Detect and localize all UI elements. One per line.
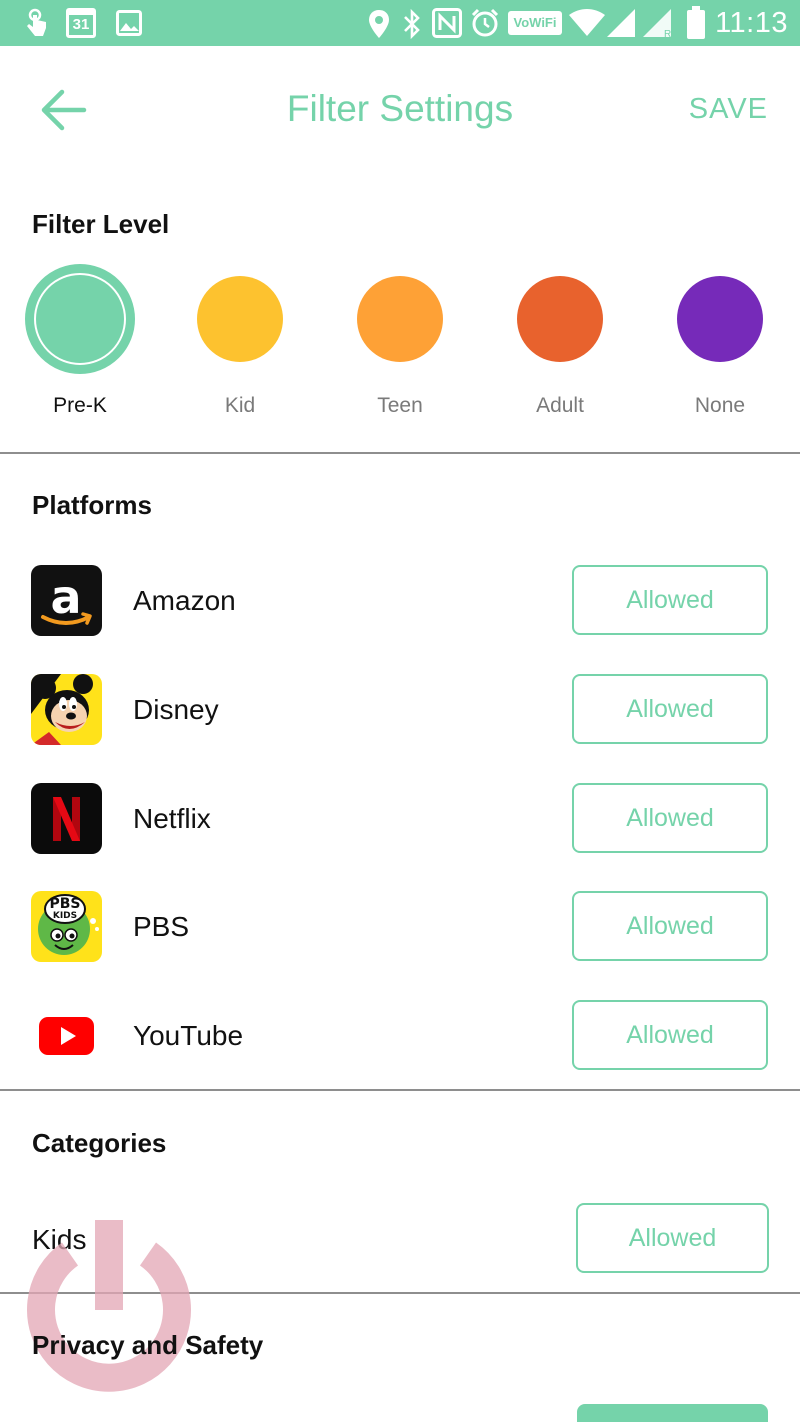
- platforms-title: Platforms: [32, 490, 152, 520]
- status-bar: 31 VoWiFi R 11:13: [0, 0, 800, 46]
- touch-notification-icon: [27, 8, 46, 36]
- pbs-allowed-button[interactable]: Allowed: [572, 891, 768, 961]
- level-dot-kid: [197, 276, 283, 362]
- nfc-icon: [432, 8, 462, 38]
- calendar-day: 31: [72, 16, 90, 33]
- calendar-icon: 31: [66, 8, 96, 38]
- categories-title: Categories: [32, 1128, 167, 1158]
- level-dot-teen: [357, 276, 443, 362]
- level-label: Kid: [224, 394, 256, 417]
- youtube-logo-icon: [31, 1000, 102, 1071]
- platform-name: Netflix: [133, 803, 211, 834]
- platform-name: Amazon: [133, 585, 236, 616]
- app-bar: Filter Settings SAVE: [0, 46, 800, 174]
- amazon-logo-icon: a: [31, 565, 102, 636]
- divider: [0, 452, 800, 454]
- platform-row-disney: Disney Allowed: [0, 674, 800, 754]
- svg-text:a: a: [50, 570, 81, 624]
- filter-level-selector: Pre-K Kid Teen Adult None: [0, 262, 800, 422]
- battery-icon: [687, 6, 705, 39]
- platform-row-netflix: Netflix Allowed: [0, 783, 800, 863]
- filter-level-none[interactable]: None: [640, 262, 800, 422]
- filter-level-kid[interactable]: Kid: [160, 262, 320, 422]
- wifi-icon: [569, 9, 605, 36]
- level-label: Pre-K: [53, 394, 107, 417]
- filter-level-title: Filter Level: [32, 209, 170, 239]
- privacy-title: Privacy and Safety: [32, 1330, 264, 1360]
- level-dot-none: [677, 276, 763, 362]
- signal-icon: [607, 9, 635, 37]
- divider: [0, 1089, 800, 1091]
- bluetooth-icon: [404, 8, 420, 40]
- pbs-logo-text: PBS: [49, 896, 81, 912]
- platform-row-amazon: a Amazon Allowed: [0, 565, 800, 645]
- kids-allowed-button[interactable]: Allowed: [576, 1203, 769, 1273]
- category-name-kids: Kids: [32, 1224, 87, 1255]
- disney-allowed-button[interactable]: Allowed: [572, 674, 768, 744]
- svg-text:R: R: [664, 29, 671, 38]
- youtube-allowed-button[interactable]: Allowed: [572, 1000, 768, 1070]
- platform-name: YouTube: [133, 1020, 244, 1051]
- filter-level-adult[interactable]: Adult: [480, 262, 640, 422]
- filter-level-pre-k[interactable]: Pre-K: [0, 262, 160, 422]
- level-dot-pre-k: [36, 275, 124, 363]
- divider: [0, 1292, 800, 1294]
- alarm-icon: [471, 8, 499, 37]
- location-icon: [369, 10, 389, 38]
- platform-name: Disney: [133, 694, 219, 725]
- pbs-logo-subtext: KIDS: [52, 911, 78, 921]
- platform-row-pbs: PBS KIDS PBS Allowed: [0, 891, 800, 971]
- platform-row-youtube: YouTube Allowed: [0, 1000, 800, 1080]
- filter-level-teen[interactable]: Teen: [320, 262, 480, 422]
- clock: 11:13: [715, 7, 788, 39]
- level-dot-adult: [517, 276, 603, 362]
- amazon-allowed-button[interactable]: Allowed: [572, 565, 768, 635]
- signal-roaming-icon: R: [643, 9, 671, 38]
- save-button[interactable]: SAVE: [689, 93, 768, 126]
- platform-name: PBS: [133, 911, 190, 942]
- level-label: Adult: [536, 394, 584, 417]
- netflix-logo-icon: [31, 783, 102, 854]
- vowifi-label: VoWiFi: [513, 15, 557, 30]
- pbs-kids-logo-icon: PBS KIDS: [31, 891, 102, 962]
- level-label: None: [694, 394, 746, 417]
- level-label: Teen: [377, 394, 423, 417]
- privacy-toggle-button[interactable]: [577, 1404, 768, 1422]
- netflix-allowed-button[interactable]: Allowed: [572, 783, 768, 853]
- disney-mickey-logo-icon: [31, 674, 102, 745]
- image-icon: [116, 10, 142, 36]
- page-title: Filter Settings: [286, 88, 514, 129]
- vowifi-icon: VoWiFi: [508, 11, 562, 35]
